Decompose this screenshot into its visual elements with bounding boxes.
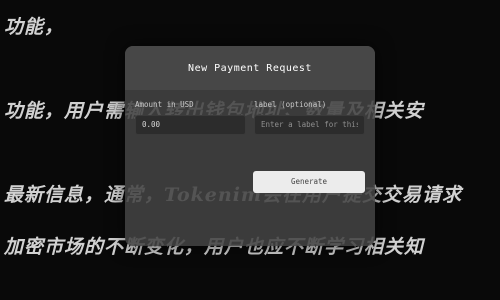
label-field-group: label (optional) (254, 98, 365, 135)
dialog-title: New Payment Request (188, 62, 312, 74)
amount-field-group: Amount in USD (135, 98, 246, 135)
dialog-body: Amount in USD label (optional) Generate (125, 90, 375, 193)
form-row: Amount in USD label (optional) (135, 98, 365, 135)
dialog-header: New Payment Request (125, 46, 375, 90)
payment-request-dialog: New Payment Request Amount in USD label … (125, 46, 375, 246)
label-field-label: label (optional) (254, 100, 327, 109)
amount-input[interactable] (135, 114, 246, 135)
button-row: Generate (135, 170, 365, 193)
generate-button[interactable]: Generate (253, 170, 365, 193)
label-input[interactable] (254, 114, 365, 135)
amount-label: Amount in USD (135, 100, 194, 109)
